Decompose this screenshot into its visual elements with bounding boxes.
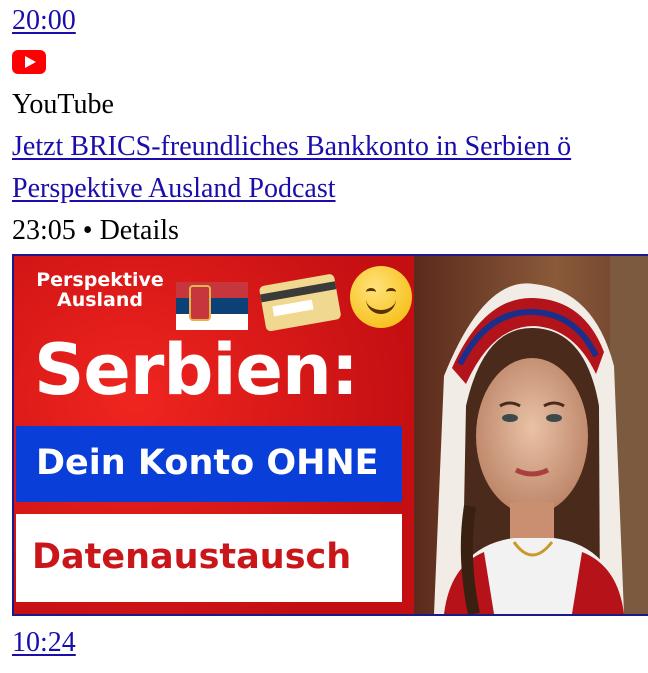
channel-link[interactable]: Perspektive Ausland Podcast	[12, 168, 336, 210]
youtube-icon	[12, 50, 46, 74]
video-duration-link[interactable]: 20:00	[12, 0, 76, 42]
thumbnail-white-text: Datenaustausch	[32, 537, 352, 577]
smiley-emoji-icon	[350, 266, 412, 328]
thumbnail-brand: Perspektive Ausland	[36, 269, 164, 311]
video-title-link[interactable]: Jetzt BRICS-freundliches Bankkonto in Se…	[12, 126, 571, 168]
thumbnail-blue-text: Dein Konto OHNE	[36, 443, 379, 483]
source-name: YouTube	[12, 89, 114, 120]
thumbnail-headline: Serbien:	[34, 329, 359, 411]
next-video-duration-link[interactable]: 10:24	[12, 622, 76, 664]
video-thumbnail[interactable]: Perspektive Ausland Serbien: Dein Konto …	[12, 254, 648, 616]
video-meta: 23:05 • Details	[12, 215, 179, 246]
